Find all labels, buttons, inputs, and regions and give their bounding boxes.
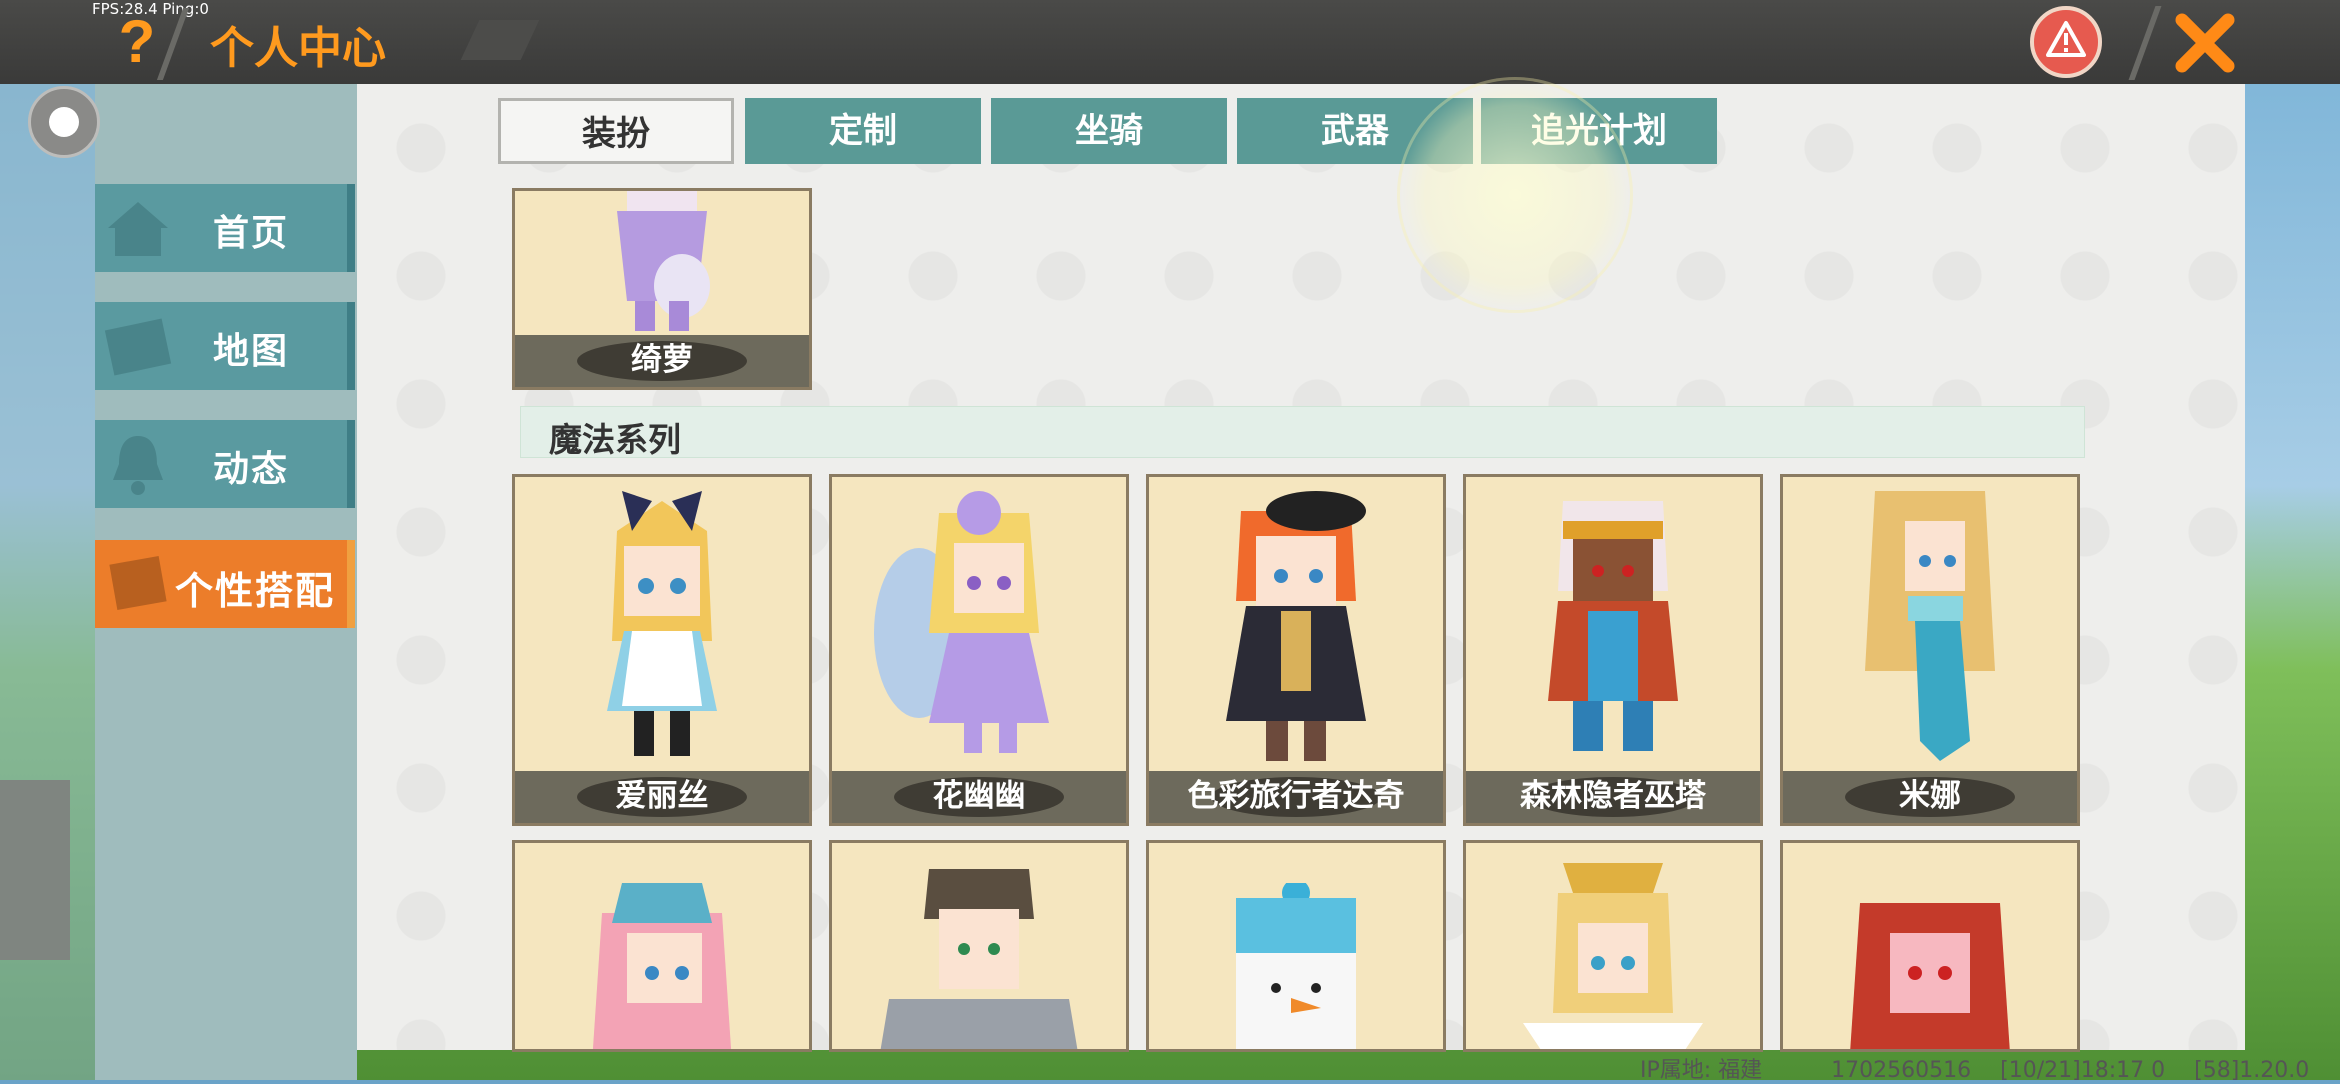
series-title: 魔法系列 — [549, 420, 681, 459]
skin-card[interactable] — [1463, 840, 1763, 1052]
skin-card[interactable]: 森林隐者巫塔 — [1463, 474, 1763, 826]
left-rail — [0, 84, 95, 1080]
sidebar-item-label: 地图 — [213, 331, 290, 372]
character-portrait — [1548, 501, 1678, 751]
skin-name: 森林隐者巫塔 — [1520, 778, 1706, 814]
skin-card[interactable]: 米娜 — [1780, 474, 2080, 826]
skin-card[interactable]: 花幽幽 — [829, 474, 1129, 826]
timestamp: [10/21]18:17 0 — [2000, 1058, 2166, 1083]
help-icon[interactable]: ? — [112, 10, 162, 74]
tab-mount[interactable]: 坐骑 — [991, 98, 1227, 164]
sidebar-item-feed[interactable]: 动态 — [95, 420, 355, 508]
version: [58]1.20.0 — [2194, 1058, 2310, 1083]
skin-card[interactable]: 绮萝 — [512, 188, 812, 390]
floating-menu-button[interactable] — [28, 86, 100, 158]
warning-icon[interactable] — [2030, 6, 2102, 78]
character-portrait — [874, 491, 1049, 753]
character-portrait — [617, 191, 710, 331]
page-title: 个人中心 — [210, 23, 386, 74]
skin-name: 爱丽丝 — [615, 778, 709, 814]
skin-name: 花幽幽 — [932, 778, 1026, 814]
skin-card[interactable]: 色彩旅行者达奇 — [1146, 474, 1446, 826]
sidebar-item-label: 个性搭配 — [175, 569, 336, 613]
user-id: 1702560516 — [1831, 1058, 1972, 1083]
bell-icon — [113, 436, 163, 495]
skin-name: 色彩旅行者达奇 — [1187, 778, 1405, 814]
character-portrait — [1226, 491, 1366, 761]
tab-custom[interactable]: 定制 — [745, 98, 981, 164]
series-header: 魔法系列 — [520, 406, 2085, 459]
character-portrait — [1850, 903, 2010, 1049]
character-portrait — [607, 491, 717, 756]
skin-card[interactable]: 爱丽丝 — [512, 474, 812, 826]
skin-name: 米娜 — [1899, 778, 1961, 814]
skin-card[interactable] — [1780, 840, 2080, 1052]
sidebar-item-label: 首页 — [213, 213, 290, 254]
sidebar-item-home[interactable]: 首页 — [95, 184, 355, 272]
character-portrait — [1865, 491, 1995, 761]
close-icon[interactable] — [2170, 8, 2240, 78]
home-icon — [108, 202, 168, 256]
footer-info: IP属地: 福建 1702560516 [10/21]18:17 0 [58]1… — [1640, 1052, 2331, 1084]
sidebar-item-label: 动态 — [213, 449, 290, 490]
tab-outfit[interactable]: 装扮 — [498, 98, 734, 164]
skin-card[interactable] — [829, 840, 1129, 1052]
character-portrait — [592, 883, 732, 1049]
character-portrait — [1523, 863, 1703, 1049]
skin-card[interactable] — [512, 840, 812, 1052]
character-portrait — [880, 869, 1078, 1049]
skin-name: 绮萝 — [631, 342, 693, 378]
sparkle-glow — [1400, 80, 1630, 310]
character-portrait — [1236, 883, 1356, 1049]
sidebar-item-map[interactable]: 地图 — [95, 302, 355, 390]
character-icon — [109, 556, 167, 610]
map-icon — [104, 318, 172, 376]
ip-location: IP属地: 福建 — [1640, 1058, 1763, 1083]
sidebar-item-outfit[interactable]: 个性搭配 — [95, 540, 355, 628]
skin-card[interactable] — [1146, 840, 1446, 1052]
